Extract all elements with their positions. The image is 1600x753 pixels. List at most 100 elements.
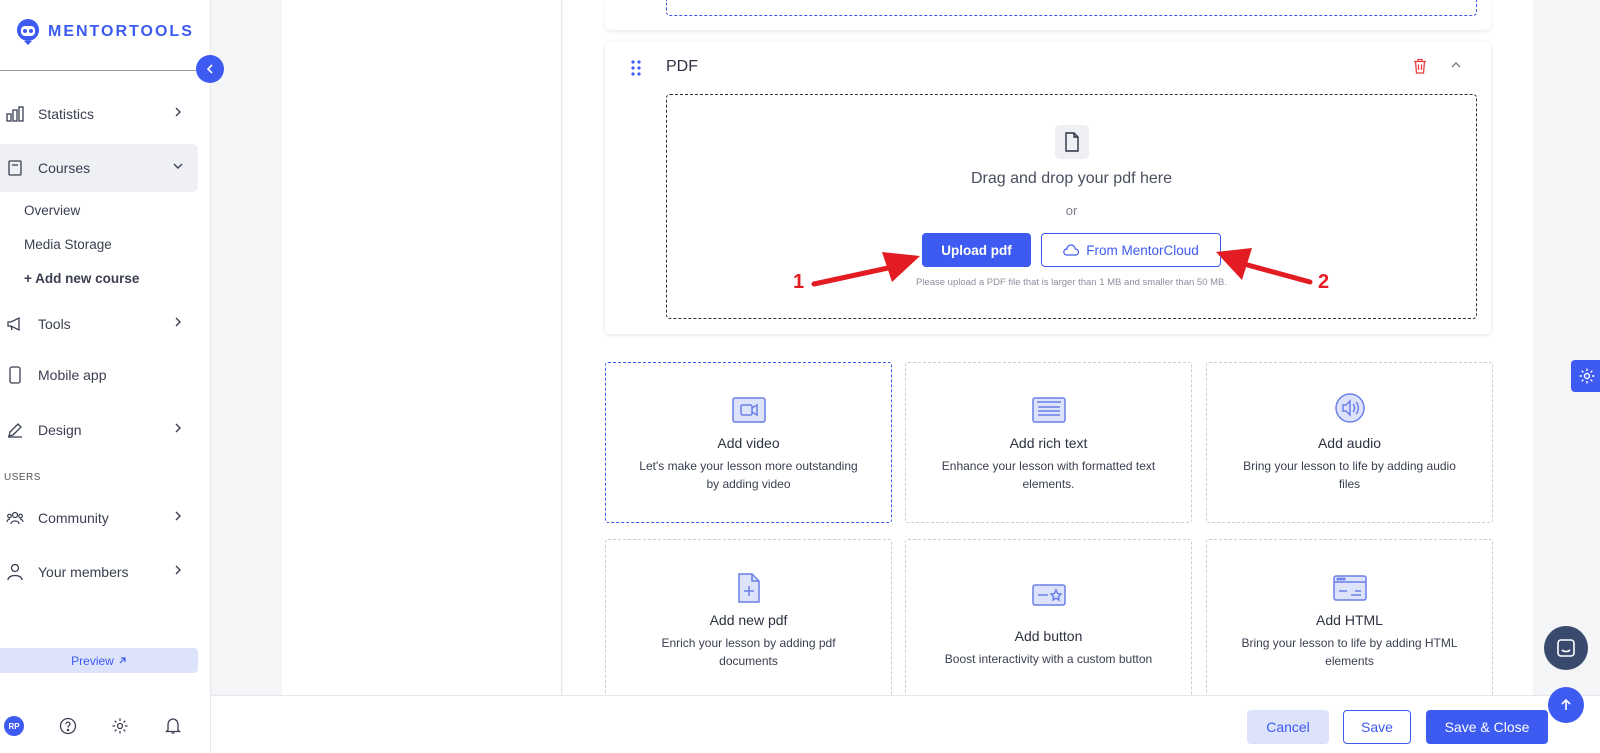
bar-chart-icon (6, 105, 24, 123)
pdf-block-card: PDF Drag and drop your pdf here or Uploa… (605, 42, 1491, 334)
file-plus-icon (606, 573, 891, 603)
html-icon (1207, 575, 1492, 601)
add-rich-text-tile[interactable]: Add rich text Enhance your lesson with f… (905, 362, 1192, 523)
tile-title: Add rich text (1009, 435, 1088, 451)
left-panel (282, 0, 562, 695)
cancel-button[interactable]: Cancel (1247, 710, 1329, 744)
add-html-tile[interactable]: Add HTML Bring your lesson to life by ad… (1206, 539, 1493, 700)
tile-title: Add new pdf (709, 612, 788, 628)
phone-icon (6, 366, 24, 384)
tile-description: Enrich your lesson by adding pdf documen… (661, 636, 836, 668)
cloud-button-label: From MentorCloud (1086, 242, 1199, 258)
from-mentorcloud-button[interactable]: From MentorCloud (1041, 233, 1221, 267)
scroll-to-top-button[interactable] (1548, 687, 1584, 723)
audio-icon (1207, 393, 1492, 423)
annotation-arrow-2 (1216, 248, 1313, 285)
user-icon (6, 563, 24, 581)
sidebar-item-label: Mobile app (38, 367, 107, 383)
chat-icon (1557, 639, 1575, 657)
megaphone-icon (6, 315, 24, 333)
tile-title: Add HTML (1316, 612, 1383, 628)
pdf-dropzone[interactable]: Drag and drop your pdf here or Upload pd… (666, 94, 1477, 319)
arrow-up-icon (1561, 698, 1571, 710)
group-icon (6, 509, 24, 527)
external-link-icon (119, 657, 126, 664)
chevron-right-icon (175, 107, 181, 117)
sidebar-item-statistics[interactable]: Statistics (0, 90, 198, 138)
pencil-icon (6, 421, 24, 439)
tile-title: Add video (717, 435, 780, 451)
save-and-close-button[interactable]: Save & Close (1426, 710, 1548, 744)
book-icon (6, 159, 24, 177)
previous-block-dropzone (666, 0, 1477, 16)
upload-pdf-button[interactable]: Upload pdf (922, 233, 1031, 267)
add-video-tile[interactable]: Add video Let's make your lesson more ou… (605, 362, 892, 523)
chevron-left-icon (206, 64, 213, 74)
video-icon (606, 397, 891, 423)
upload-hint: Please upload a PDF file that is larger … (915, 277, 1228, 288)
divider (0, 70, 196, 71)
bottom-action-bar: Cancel Save Save & Close (211, 695, 1600, 753)
chevron-right-icon (175, 423, 181, 433)
settings-panel-toggle[interactable] (1571, 360, 1600, 392)
tile-description: Let's make your lesson more outstanding … (639, 459, 858, 491)
add-new-course-link[interactable]: + Add new course (24, 271, 139, 286)
button-icon (906, 584, 1191, 606)
collapse-sidebar-button[interactable] (196, 55, 224, 83)
gear-icon[interactable] (110, 716, 130, 736)
sidebar-item-label: Community (38, 510, 109, 526)
sidebar-item-tools[interactable]: Tools (0, 300, 198, 348)
preview-label: Preview (71, 653, 114, 668)
sidebar-item-your-members[interactable]: Your members (0, 548, 198, 596)
bell-icon[interactable] (163, 716, 183, 736)
chevron-down-icon (173, 163, 183, 169)
tile-description: Bring your lesson to life by adding audi… (1243, 459, 1456, 491)
tile-title: Add audio (1317, 435, 1382, 451)
block-title: PDF (666, 58, 698, 75)
sidebar-subitem-media-storage[interactable]: Media Storage (24, 237, 112, 252)
avatar[interactable]: RP (4, 716, 24, 736)
chevron-right-icon (175, 511, 181, 521)
help-icon[interactable] (58, 716, 78, 736)
gear-icon (1579, 368, 1595, 384)
sidebar-item-label: Tools (38, 316, 71, 332)
chat-launcher-button[interactable] (1544, 626, 1588, 670)
tile-description: Boost interactivity with a custom button (944, 652, 1153, 666)
sidebar-footer: RP (4, 716, 24, 736)
chevron-right-icon (175, 317, 181, 327)
text-icon (906, 397, 1191, 423)
tile-description: Enhance your lesson with formatted text … (941, 459, 1156, 491)
sidebar: MENTORTOOLS Statistics Courses Overview … (0, 0, 211, 753)
annotation-arrow-1 (811, 252, 920, 287)
sidebar-item-design[interactable]: Design (0, 406, 198, 454)
file-icon (1055, 125, 1089, 159)
chevron-right-icon (175, 565, 181, 575)
annotation-label-1: 1 (793, 271, 805, 293)
save-button[interactable]: Save (1343, 710, 1411, 744)
sidebar-item-courses[interactable]: Courses (0, 144, 198, 192)
sidebar-item-community[interactable]: Community (0, 494, 198, 542)
sidebar-item-label: Your members (38, 564, 129, 580)
trash-icon[interactable] (1413, 58, 1427, 74)
dropzone-text: Drag and drop your pdf here (970, 170, 1172, 187)
sidebar-item-label: Statistics (38, 106, 95, 122)
sidebar-item-label: Design (38, 422, 82, 438)
drag-handle-icon[interactable] (631, 60, 641, 76)
brand-name: MENTORTOOLS (48, 23, 194, 40)
previous-block-card (605, 0, 1491, 30)
tile-title: Add button (1014, 628, 1083, 644)
add-button-tile[interactable]: Add button Boost interactivity with a cu… (905, 539, 1192, 700)
add-audio-tile[interactable]: Add audio Bring your lesson to life by a… (1206, 362, 1493, 523)
tile-description: Bring your lesson to life by adding HTML… (1241, 636, 1458, 668)
cloud-icon (1063, 244, 1080, 256)
robot-logo-icon (17, 19, 39, 45)
sidebar-item-label: Courses (38, 160, 91, 176)
annotation-label-2: 2 (1318, 271, 1330, 293)
chevron-up-icon[interactable] (1449, 58, 1463, 72)
add-new-pdf-tile[interactable]: Add new pdf Enrich your lesson by adding… (605, 539, 892, 700)
sidebar-item-mobile-app[interactable]: Mobile app (0, 351, 198, 399)
sidebar-subitem-overview[interactable]: Overview (24, 203, 80, 218)
logo[interactable]: MENTORTOOLS (14, 18, 194, 46)
or-separator: or (1065, 203, 1078, 218)
preview-button[interactable]: Preview (0, 648, 198, 673)
